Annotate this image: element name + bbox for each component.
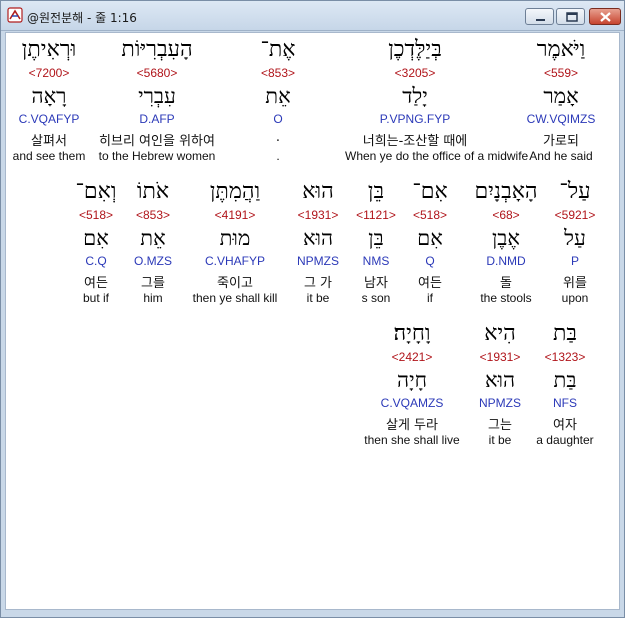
strong-number[interactable]: <2421>: [342, 350, 482, 364]
hebrew-word: וְאִם־: [75, 179, 117, 204]
korean-gloss: 너희는-조산할 때에: [362, 134, 468, 149]
lexical-form: יָלַד: [402, 84, 428, 108]
strong-number[interactable]: <7200>: [0, 66, 119, 80]
korean-gloss: 가로되: [543, 134, 579, 149]
korean-gloss: .: [275, 130, 281, 145]
strong-number[interactable]: <559>: [491, 66, 625, 80]
interlinear-word[interactable]: וּרְאִיתֶן <7200> רָאָה C.VQAFYP 살펴서 and see …: [0, 37, 119, 169]
title-bar[interactable]: @원전분해 - 줄 1:16: [1, 1, 624, 31]
window-title: @원전분해 - 줄 1:16: [27, 11, 137, 25]
lexical-form: אָמַר: [543, 84, 579, 108]
hebrew-word: וּרְאִיתֶן: [21, 37, 77, 62]
korean-gloss: 살게 두라: [386, 418, 438, 433]
english-gloss: .: [276, 149, 280, 163]
parsing-code: O: [273, 112, 283, 126]
hebrew-word: בְּיַלֶּדְכֶן: [388, 37, 442, 62]
minimize-icon: [536, 19, 545, 21]
strong-number[interactable]: <3205>: [345, 66, 485, 80]
lexical-form: אֵת: [265, 84, 291, 108]
app-window: @원전분해 - 줄 1:16 וַיֹּאמֶר <559> אָמַר CW.VQI…: [0, 0, 625, 618]
korean-gloss: 살펴서: [31, 134, 67, 149]
hebrew-word: וָחָיָה׃: [393, 321, 431, 346]
maximize-button[interactable]: [556, 8, 585, 25]
parsing-code: C.Q: [85, 254, 107, 268]
interlinear-word[interactable]: וָחָיָה׃ <2421> חָיָה C.VQAMZS 살게 두라 then she…: [342, 321, 482, 453]
lexical-form: אִם: [83, 226, 109, 250]
interlinear-panel: וַיֹּאמֶר <559> אָמַר CW.VQIMZS 가로되 And he sa…: [5, 32, 620, 610]
interlinear-word[interactable]: וְאִם־ <518> אִם C.Q 여든 but if: [26, 179, 166, 311]
interlinear-word[interactable]: אֶת־ <853> אֵת O..: [208, 37, 348, 169]
english-gloss: then she shall live: [364, 433, 460, 447]
parsing-code: C.VQAFYP: [18, 112, 80, 126]
parsing-code: CW.VQIMZS: [526, 112, 596, 126]
english-gloss: but if: [82, 291, 109, 305]
english-gloss: and see them: [12, 149, 86, 163]
interlinear-word[interactable]: בְּיַלֶּדְכֶן <3205> יָלַד P.VPNG.FYP 너희는-조산…: [345, 37, 529, 169]
hebrew-word: וַיֹּאמֶר: [536, 37, 586, 62]
hebrew-word: אֶת־: [260, 37, 296, 62]
maximize-icon: [566, 12, 578, 22]
lexical-form: חָיָה: [396, 368, 427, 392]
lexical-form: רָאָה: [31, 84, 67, 108]
app-logo-icon: [7, 7, 23, 23]
parsing-code: C.VQAMZS: [380, 396, 444, 410]
close-button[interactable]: [589, 8, 621, 25]
close-icon: [600, 12, 611, 22]
english-gloss: When ye do the office of a midwife: [345, 149, 529, 163]
minimize-button[interactable]: [525, 8, 554, 25]
parsing-code: P.VPNG.FYP: [379, 112, 451, 126]
strong-number[interactable]: <853>: [208, 66, 348, 80]
strong-number[interactable]: <518>: [26, 208, 166, 222]
korean-gloss: 여든: [84, 276, 108, 291]
